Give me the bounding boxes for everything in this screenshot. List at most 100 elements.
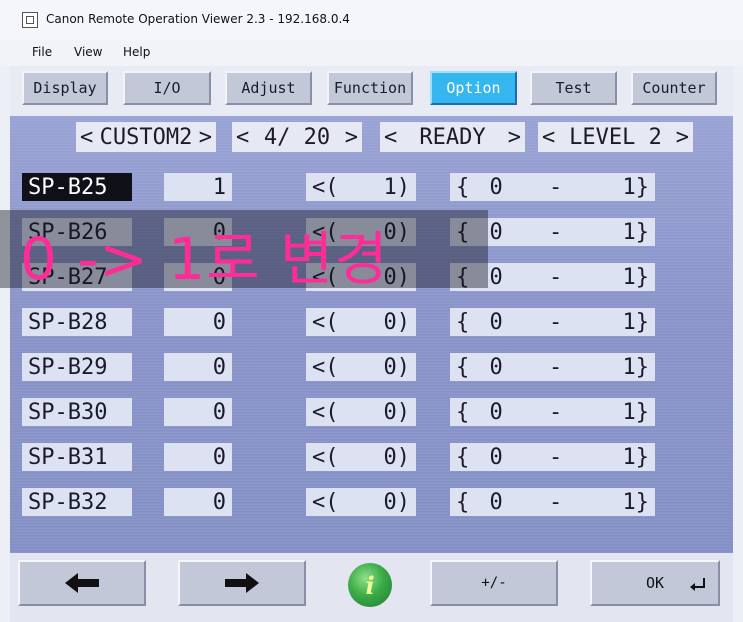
range-min: 0 <box>489 444 503 470</box>
range-min: 0 <box>489 399 503 425</box>
param-range: {0 - 1} <box>450 488 655 516</box>
param-default: <( 0) <box>306 398 416 426</box>
range-min: 0 <box>489 174 503 200</box>
tab-bar: Display I/O Adjust Function Option Test … <box>10 66 733 116</box>
ok-button[interactable]: OK <box>590 560 720 606</box>
parameter-panel: < CUSTOM2 > < 4/ 20 > < READY > < LEVEL … <box>10 116 733 553</box>
param-default: <(1) <box>306 173 416 201</box>
range-open: { <box>456 489 470 515</box>
param-value[interactable]: 1 <box>164 173 232 201</box>
back-button[interactable] <box>18 560 146 606</box>
param-value[interactable]: 0 <box>164 488 232 516</box>
tab-function[interactable]: Function <box>327 71 413 105</box>
level-next-arrow[interactable]: > <box>676 125 689 150</box>
range-max: 1} <box>622 264 650 290</box>
table-row: SP-B32 0 <(0) {0 - 1} <box>10 488 733 518</box>
app-icon <box>22 12 38 28</box>
range-max: 1} <box>622 444 650 470</box>
param-default: <(0) <box>306 488 416 516</box>
header-status[interactable]: < READY > <box>380 122 525 152</box>
range-sep: - <box>549 264 563 290</box>
header-page-selector[interactable]: < 4/ 20 > <box>232 122 362 152</box>
status-label: READY <box>419 124 486 150</box>
param-name[interactable]: SP-B28 <box>22 308 132 336</box>
param-range: {0 - 1} <box>450 398 655 426</box>
range-max: 1} <box>622 354 650 380</box>
param-name[interactable]: SP-B32 <box>22 488 132 516</box>
arrow-left-icon <box>65 573 99 593</box>
tab-display[interactable]: Display <box>22 71 108 105</box>
menu-view[interactable]: View <box>74 45 102 59</box>
param-value[interactable]: 0 <box>164 443 232 471</box>
menu-bar: File View Help <box>0 40 743 66</box>
param-name[interactable]: SP-B29 <box>22 353 132 381</box>
ref-value: 0) <box>383 399 411 425</box>
status-prev-arrow[interactable]: < <box>384 125 397 150</box>
group-prev-arrow[interactable]: < <box>80 125 93 150</box>
ref-value: 0) <box>383 489 411 515</box>
range-sep: - <box>549 354 563 380</box>
group-next-arrow[interactable]: > <box>199 125 212 150</box>
param-value[interactable]: 0 <box>164 308 232 336</box>
arrow-right-icon <box>225 573 259 593</box>
tab-io[interactable]: I/O <box>123 71 211 105</box>
param-range: {0 - 1} <box>450 173 655 201</box>
table-row: SP-B28 0 <(0) {0 - 1} <box>10 308 733 338</box>
ref-open: <( <box>312 309 339 335</box>
range-open: { <box>456 309 470 335</box>
tab-adjust[interactable]: Adjust <box>225 71 312 105</box>
range-open: { <box>456 399 470 425</box>
range-min: 0 <box>489 489 503 515</box>
range-max: 1} <box>622 219 650 245</box>
page-next-arrow[interactable]: > <box>345 125 358 150</box>
range-min: 0 <box>489 219 503 245</box>
page-prev-arrow[interactable]: < <box>236 125 249 150</box>
range-min: 0 <box>489 264 503 290</box>
range-sep: - <box>549 444 563 470</box>
info-button[interactable]: i <box>348 563 392 607</box>
table-row: SP-B25 1 <(1) {0 - 1} <box>10 173 733 203</box>
plus-minus-button[interactable]: +/- <box>430 560 558 606</box>
param-range: {0 - 1} <box>450 308 655 336</box>
page-label: 4/ 20 <box>263 124 331 150</box>
ref-open: <( <box>312 354 339 380</box>
range-sep: - <box>549 399 563 425</box>
param-range: {0 - 1} <box>450 443 655 471</box>
range-max: 1} <box>622 174 650 200</box>
annotation-text: 0 -> 1로 변경 <box>20 225 389 293</box>
menu-file[interactable]: File <box>32 45 52 59</box>
menu-help[interactable]: Help <box>123 45 150 59</box>
tab-counter[interactable]: Counter <box>631 71 717 105</box>
param-value[interactable]: 0 <box>164 398 232 426</box>
window-title: Canon Remote Operation Viewer 2.3 - 192.… <box>46 12 350 26</box>
param-name[interactable]: SP-B25 <box>22 173 132 201</box>
annotation-overlay: 0 -> 1로 변경 <box>0 210 488 293</box>
range-sep: - <box>549 219 563 245</box>
ref-value: 0) <box>383 354 411 380</box>
param-default: <( 0) <box>306 353 416 381</box>
range-sep: - <box>549 309 563 335</box>
range-open: { <box>456 174 470 200</box>
param-value[interactable]: 0 <box>164 353 232 381</box>
tab-test[interactable]: Test <box>530 71 617 105</box>
table-row: SP-B31 0 <(0) {0 - 1} <box>10 443 733 473</box>
param-name[interactable]: SP-B31 <box>22 443 132 471</box>
ref-value: 0) <box>383 444 411 470</box>
range-min: 0 <box>489 309 503 335</box>
param-name[interactable]: SP-B30 <box>22 398 132 426</box>
group-label: CUSTOM2 <box>99 124 193 150</box>
ref-open: <( <box>312 399 339 425</box>
param-range: {0 - 1} <box>450 353 655 381</box>
header-group-selector[interactable]: < CUSTOM2 > <box>76 122 216 152</box>
range-max: 1} <box>622 489 650 515</box>
status-next-arrow[interactable]: > <box>508 125 521 150</box>
range-sep: - <box>549 489 563 515</box>
level-prev-arrow[interactable]: < <box>542 125 555 150</box>
ref-value: 1) <box>383 174 411 200</box>
range-sep: - <box>549 174 563 200</box>
forward-button[interactable] <box>178 560 306 606</box>
range-max: 1} <box>622 309 650 335</box>
header-level-selector[interactable]: < LEVEL 2 > <box>538 122 693 152</box>
param-default: <(0) <box>306 443 416 471</box>
tab-option[interactable]: Option <box>430 71 517 105</box>
